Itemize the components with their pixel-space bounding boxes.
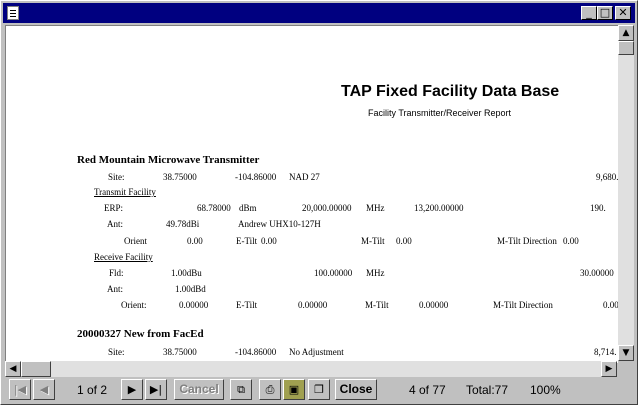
- tx-freq-unit: MHz: [366, 203, 385, 213]
- rx-etilt-label: E-Tilt: [236, 300, 258, 310]
- site-label: Site:: [108, 172, 125, 182]
- previous-page-button[interactable]: ◀: [33, 379, 55, 400]
- rx-etilt-value: 0.00000: [298, 300, 328, 310]
- page-setup-icon[interactable]: ⧉: [230, 379, 252, 400]
- scroll-up-icon[interactable]: ▲: [618, 25, 634, 41]
- rx-freq-unit: MHz: [366, 268, 385, 278]
- mtilt-direction-value: 0.00: [563, 236, 579, 246]
- rx-ant-label: Ant:: [107, 284, 124, 294]
- scroll-right-icon[interactable]: ▶: [601, 361, 617, 377]
- etilt-label: E-Tilt: [236, 236, 258, 246]
- ant-gain: 49.78dBi: [166, 219, 200, 229]
- tx-right-value: 190.: [590, 203, 606, 213]
- fld-value: 1.00dBu: [171, 268, 202, 278]
- etilt-value: 0.00: [261, 236, 277, 246]
- orient-value: 0.00: [187, 236, 203, 246]
- site-datum: No Adjustment: [289, 347, 344, 357]
- site-lon: -104.86000: [235, 347, 277, 357]
- scroll-down-icon[interactable]: ▼: [618, 345, 634, 361]
- erp-unit: dBm: [239, 203, 257, 213]
- rx-freq: 100.00000: [314, 268, 353, 278]
- rx-right-value: 30.00000: [580, 268, 614, 278]
- copy-icon[interactable]: ❐: [308, 379, 330, 400]
- first-page-button[interactable]: |◀: [9, 379, 31, 400]
- tx-freq2: 13,200.00000: [414, 203, 464, 213]
- cancel-button[interactable]: Cancel: [174, 379, 224, 400]
- rx-orient-label: Orient:: [121, 300, 147, 310]
- mtilt-label: M-Tilt: [361, 236, 385, 246]
- mtilt-value: 0.00: [396, 236, 412, 246]
- site-label: Site:: [108, 347, 125, 357]
- title-bar[interactable]: _ □ ✕: [3, 3, 635, 23]
- site-elev: 9,680.: [596, 172, 619, 182]
- horizontal-scrollbar[interactable]: ◀ ▶: [5, 361, 617, 377]
- facility-heading: Red Mountain Microwave Transmitter: [77, 154, 260, 166]
- tx-freq: 20,000.00000: [302, 203, 352, 213]
- report-viewer-window: _ □ ✕ TAP Fixed Facility Data Base Facil…: [0, 0, 638, 405]
- preview-toolbar: |◀ ◀ 1 of 2 ▶ ▶| Cancel ⧉ ⎙ ▣ ❐ Close 4 …: [3, 378, 635, 402]
- mtilt-direction-label: M-Tilt Direction: [497, 236, 557, 246]
- close-window-button[interactable]: ✕: [615, 6, 631, 20]
- transmit-heading: Transmit Facility: [94, 187, 156, 197]
- site-lat: 38.75000: [163, 172, 197, 182]
- fld-label: Fld:: [109, 268, 124, 278]
- facility-heading: 20000327 New from FacEd: [77, 328, 204, 340]
- orient-label: Orient: [124, 236, 147, 246]
- report-subtitle: Facility Transmitter/Receiver Report: [368, 108, 512, 118]
- horizontal-scroll-thumb[interactable]: [21, 361, 51, 377]
- document-icon[interactable]: [7, 6, 19, 20]
- ant-label: Ant:: [107, 219, 124, 229]
- page-indicator: 1 of 2: [77, 383, 108, 397]
- next-page-button[interactable]: ▶: [121, 379, 143, 400]
- close-button[interactable]: Close: [335, 379, 377, 400]
- erp-value: 68.78000: [197, 203, 231, 213]
- vertical-scroll-thumb[interactable]: [618, 41, 634, 55]
- rx-orient-value: 0.00000: [179, 300, 209, 310]
- scroll-left-icon[interactable]: ◀: [5, 361, 21, 377]
- site-lon: -104.86000: [235, 172, 277, 182]
- rx-mtilt-direction-label: M-Tilt Direction: [493, 300, 553, 310]
- receive-heading: Receive Facility: [94, 252, 153, 262]
- report-preview: TAP Fixed Facility Data Base Facility Tr…: [5, 25, 619, 363]
- rx-mtilt-direction-value: 0.00: [603, 300, 619, 310]
- rx-mtilt-value: 0.00000: [419, 300, 449, 310]
- site-lat: 38.75000: [163, 347, 197, 357]
- site-datum: NAD 27: [289, 172, 320, 182]
- print-icon[interactable]: ⎙: [259, 379, 281, 400]
- site-elev: 8,714.: [594, 347, 617, 357]
- record-indicator: 4 of 77: [409, 383, 446, 397]
- export-icon[interactable]: ▣: [283, 379, 305, 400]
- ant-model: Andrew UHX10-127H: [238, 219, 321, 229]
- total-count: Total:77: [466, 383, 509, 397]
- maximize-button[interactable]: □: [597, 6, 613, 20]
- minimize-button[interactable]: _: [581, 6, 597, 20]
- erp-label: ERP:: [104, 203, 124, 213]
- rx-ant-gain: 1.00dBd: [175, 284, 206, 294]
- zoom-level: 100%: [530, 383, 561, 397]
- scroll-corner: [618, 361, 634, 377]
- last-page-button[interactable]: ▶|: [145, 379, 167, 400]
- rx-mtilt-label: M-Tilt: [365, 300, 389, 310]
- report-title: TAP Fixed Facility Data Base: [341, 83, 560, 100]
- vertical-scrollbar[interactable]: ▲ ▼: [618, 25, 634, 361]
